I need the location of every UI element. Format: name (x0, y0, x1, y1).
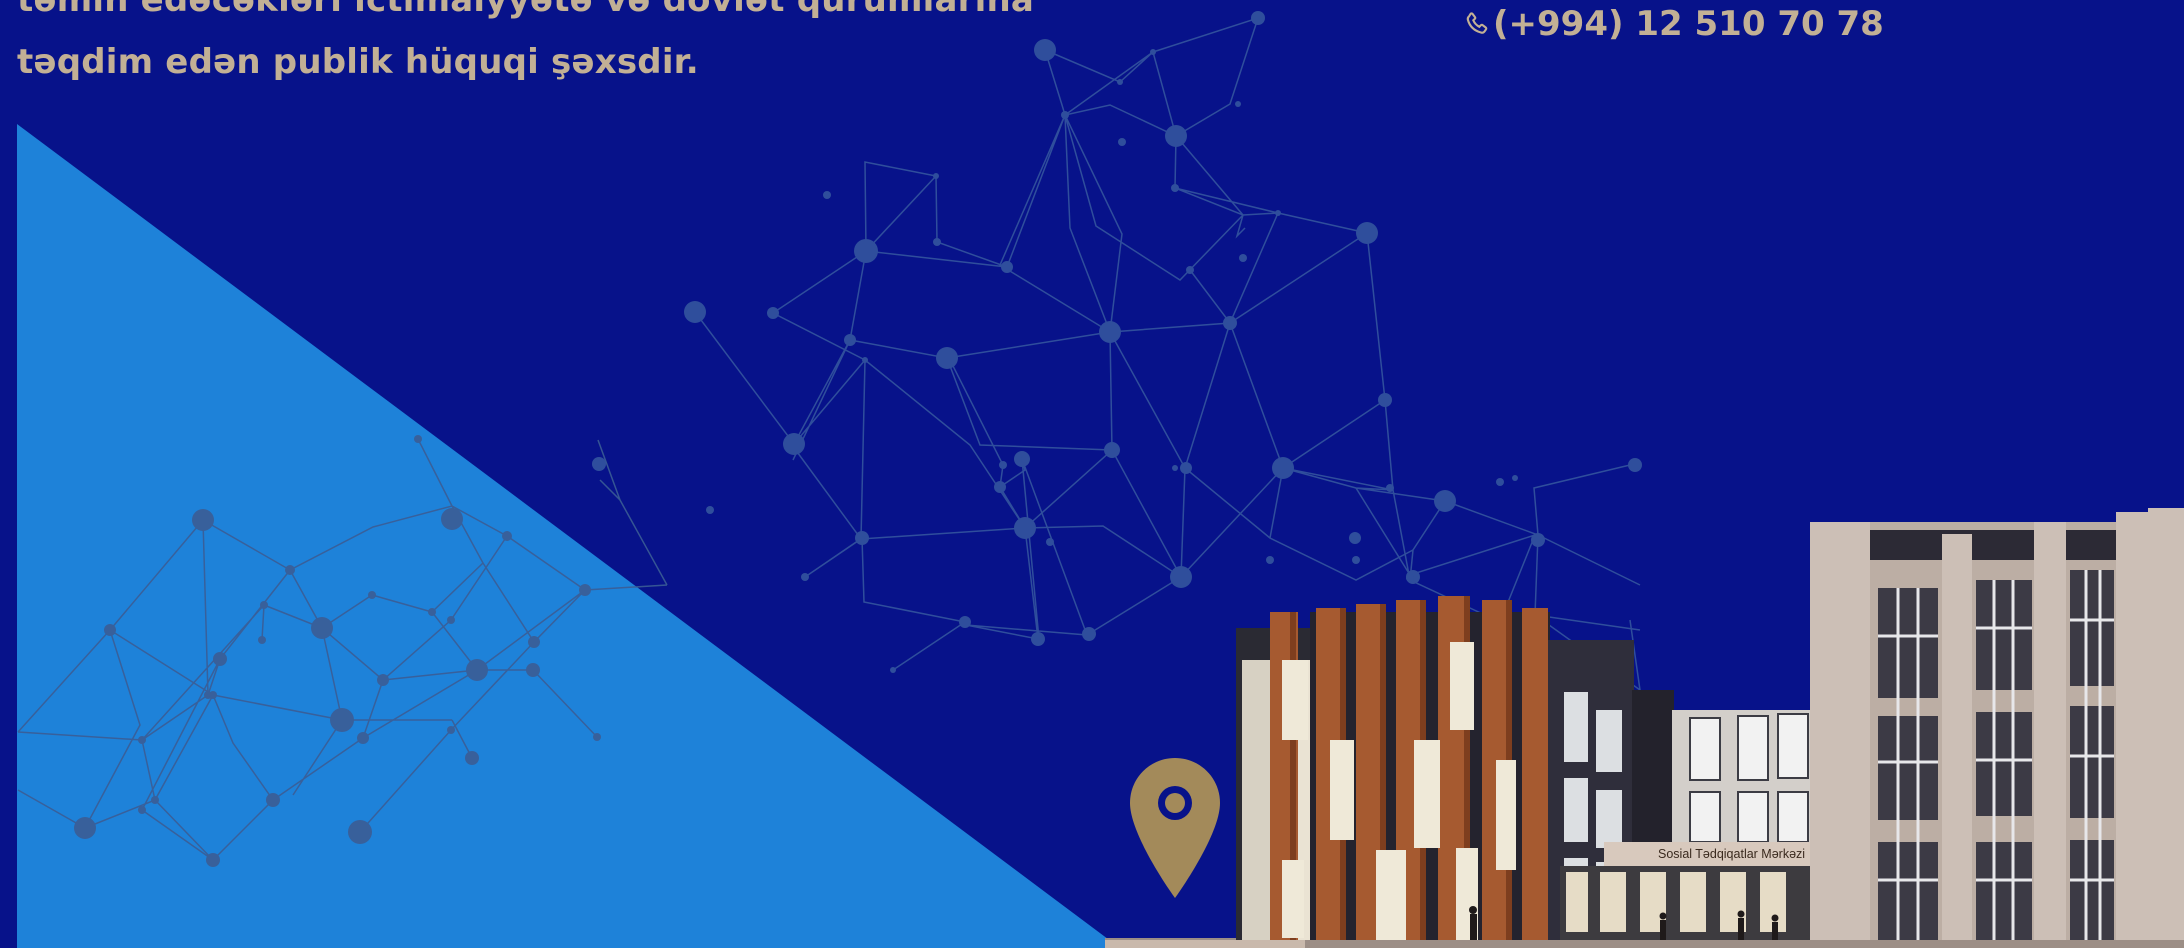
phone-icon (1466, 12, 1488, 34)
building-sign: Sosial Tədqiqatlar Mərkəzi (1658, 847, 1805, 861)
contact-phone: (+994) 12 510 70 78 (1463, 4, 1884, 44)
network-graph-right (592, 11, 1642, 692)
location-pin-icon (1130, 758, 1220, 898)
phone-number[interactable]: (+994) 12 510 70 78 (1493, 4, 1884, 44)
headline-line-1: təmin edəcəkləri ictimaiyyətə və dövlət … (17, 0, 1035, 20)
building-illustration: Sosial Tədqiqatlar Mərkəzi (1105, 508, 2184, 948)
headline-line-2: təqdim edən publik hüquqi şəxsdir. (17, 42, 699, 82)
background-scene: Sosial Tədqiqatlar Mərkəzi (17, 11, 2184, 948)
